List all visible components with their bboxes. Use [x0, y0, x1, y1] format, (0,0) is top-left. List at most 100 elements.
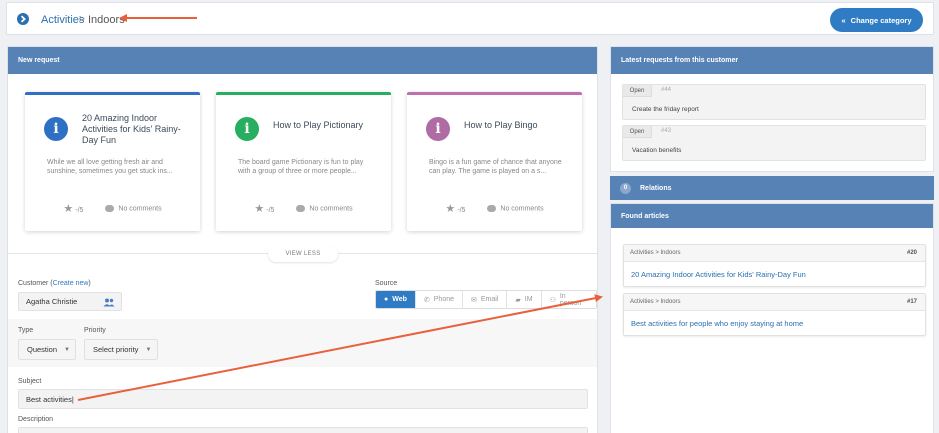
source-im-label: IM [524, 296, 533, 303]
source-in-person-button[interactable]: ⚇ In person [541, 291, 596, 308]
ticket-number: #43 [661, 128, 672, 134]
star-icon: ★ [63, 203, 74, 215]
found-articles-block: Found articles Activities > Indoors #20 … [610, 203, 934, 433]
source-web-label: Web [392, 296, 407, 303]
type-value: Question [27, 345, 58, 354]
new-request-panel: New request i 20 Amazing Indoor Activiti… [7, 46, 598, 433]
text-cursor: | [71, 394, 74, 404]
rating-value: -/5 [457, 207, 466, 214]
change-category-label: Change category [850, 15, 912, 25]
ticket-item[interactable]: Open #43 Vacation benefits [622, 125, 926, 161]
article-card-title: How to Play Bingo [464, 120, 538, 130]
arrow-circle-right-icon[interactable] [17, 13, 29, 25]
found-articles-header: Found articles [611, 204, 933, 228]
comments-text: No comments [118, 205, 162, 213]
source-phone-label: Phone [433, 296, 455, 303]
source-im-button[interactable]: ▰ IM [507, 291, 542, 308]
found-article-item[interactable]: Activities > Indoors #20 20 Amazing Indo… [623, 244, 926, 287]
comments-text: No comments [500, 205, 544, 213]
article-number: #20 [906, 250, 917, 256]
caret-down-icon: ▼ [64, 346, 70, 353]
priority-select[interactable]: Select priority ▼ [84, 339, 158, 360]
source-email-button[interactable]: ✉ Email [463, 291, 508, 308]
new-request-header: New request [8, 47, 597, 74]
globe-icon: ● [384, 296, 389, 303]
article-card-excerpt: While we all love getting fresh air and … [47, 159, 173, 175]
rating-group: ★ -/5 [254, 202, 274, 215]
priority-value: Select priority [93, 345, 139, 354]
comment-icon [487, 204, 497, 212]
subject-label: Subject [18, 378, 42, 385]
breadcrumb-activities-link[interactable]: Activities [41, 13, 84, 27]
found-article-item[interactable]: Activities > Indoors #17 Best activities… [623, 293, 926, 336]
type-label: Type [18, 327, 34, 334]
article-number: #17 [906, 299, 917, 305]
breadcrumb-current: Indoors [88, 14, 125, 26]
comment-icon [296, 204, 306, 212]
description-input[interactable] [18, 427, 588, 433]
article-card-footer: ★ -/5 No comments [407, 202, 582, 215]
article-path: Activities > Indoors [630, 299, 681, 305]
ticket-status: Open [623, 126, 652, 138]
ticket-title: Create the friday report [632, 106, 699, 113]
article-card[interactable]: i 20 Amazing Indoor Activities for Kids'… [25, 92, 200, 231]
create-new-link[interactable]: Create new [53, 280, 89, 287]
ticket-title: Vacation benefits [632, 147, 682, 154]
caret-down-icon: ▼ [145, 346, 152, 353]
article-card-excerpt: Bingo is a fun game of chance that anyon… [429, 159, 562, 175]
article-card-footer: ★ -/5 No comments [25, 202, 200, 215]
info-icon: i [44, 117, 68, 141]
source-in-person-label: In person [559, 292, 582, 307]
subject-value: Best activities [26, 394, 72, 404]
source-web-button[interactable]: ● Web [376, 291, 416, 308]
rating-group: ★ -/5 [445, 202, 465, 215]
people-icon: ⚇ [549, 296, 556, 304]
comments-group: No comments [296, 204, 353, 213]
source-label: Source [375, 280, 398, 287]
star-icon: ★ [445, 203, 456, 215]
article-title-link[interactable]: Best activities for people who enjoy sta… [624, 311, 925, 328]
comments-group: No comments [105, 204, 162, 213]
article-card[interactable]: i How to Play Bingo Bingo is a fun game … [407, 92, 582, 231]
users-icon [103, 298, 115, 307]
relations-label: Relations [640, 184, 672, 192]
article-path: Activities > Indoors [630, 250, 681, 256]
priority-label: Priority [84, 327, 106, 334]
customer-label-text: Customer [18, 280, 49, 287]
relations-header[interactable]: 0 Relations [610, 176, 934, 200]
ticket-item[interactable]: Open #44 Create the friday report [622, 84, 926, 120]
info-icon: i [426, 117, 450, 141]
latest-requests-header: Latest requests from this customer [611, 47, 933, 74]
article-card-footer: ★ -/5 No comments [216, 202, 391, 215]
article-card[interactable]: i How to Play Pictionary The board game … [216, 92, 391, 231]
article-card-excerpt: The board game Pictionary is fun to play… [238, 159, 364, 175]
rating-group: ★ -/5 [63, 202, 83, 215]
article-card-title: 20 Amazing Indoor Activities for Kids' R… [82, 113, 181, 145]
article-title-link[interactable]: 20 Amazing Indoor Activities for Kids' R… [624, 262, 925, 279]
page: Activities > Indoors « Change category N… [0, 0, 939, 433]
info-icon: i [235, 117, 259, 141]
change-category-button[interactable]: « Change category [830, 8, 923, 32]
article-meta: Activities > Indoors #17 [624, 294, 925, 311]
customer-label: Customer (Create new) [18, 280, 91, 287]
article-card-title: How to Play Pictionary [273, 120, 364, 130]
star-icon: ★ [254, 203, 265, 215]
subject-input[interactable]: Best activities | [18, 389, 588, 409]
type-select[interactable]: Question ▼ [18, 339, 76, 360]
source-phone-button[interactable]: ✆ Phone [415, 291, 464, 308]
breadcrumb-separator: > [79, 14, 85, 25]
envelope-icon: ✉ [471, 296, 477, 304]
rating-value: -/5 [266, 207, 275, 214]
comments-text: No comments [309, 205, 353, 213]
breadcrumb-bar: Activities > Indoors « Change category [6, 2, 934, 35]
latest-requests-block: Latest requests from this customer Open … [610, 46, 934, 172]
customer-field[interactable]: Agatha Christie [18, 292, 122, 311]
sidebar: Latest requests from this customer Open … [610, 46, 934, 433]
rating-value: -/5 [75, 207, 84, 214]
relations-count: 0 [620, 182, 631, 194]
article-meta: Activities > Indoors #20 [624, 245, 925, 262]
view-less-button[interactable]: VIEW LESS [268, 246, 338, 262]
comment-icon [105, 204, 115, 212]
customer-value: Agatha Christie [26, 297, 78, 306]
ticket-number: #44 [661, 87, 672, 93]
